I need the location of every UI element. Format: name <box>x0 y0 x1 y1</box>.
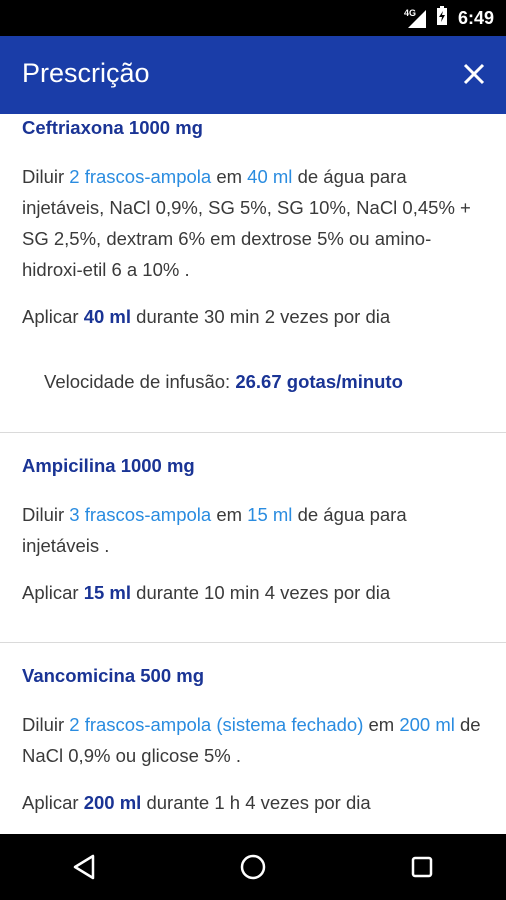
in-label: em <box>368 714 395 735</box>
page-title: Prescrição <box>22 58 150 88</box>
home-circle-icon <box>240 854 266 880</box>
apply-instruction: Aplicar 15 ml durante 10 min 4 vezes por… <box>22 577 484 608</box>
volume-link[interactable]: 200 ml <box>399 714 455 735</box>
infusion-label: Velocidade de infusão: <box>44 371 231 392</box>
back-button[interactable] <box>54 842 114 892</box>
dilution-instruction: Diluir 2 frascos-ampola em 40 ml de água… <box>22 161 484 285</box>
apply-label: Aplicar <box>22 792 79 813</box>
drug-title: Ampicilina 1000 mg <box>22 455 195 476</box>
home-button[interactable] <box>223 842 283 892</box>
apply-schedule: durante 1 h 4 vezes por dia <box>146 792 371 813</box>
in-label: em <box>216 504 243 525</box>
clock: 6:49 <box>457 8 494 28</box>
dilute-label: Diluir <box>22 504 65 525</box>
prescription-item: Ceftriaxona 1000 mg Diluir 2 frascos-amp… <box>0 114 506 397</box>
dilute-label: Diluir <box>22 166 65 187</box>
signal-icon: 4G <box>404 8 426 28</box>
recents-button[interactable] <box>392 842 452 892</box>
close-button[interactable] <box>456 56 492 92</box>
infusion-rate: Velocidade de infusão: 26.67 gotas/minut… <box>22 366 484 397</box>
prescription-item: Vancomicina 500 mg Diluir 2 frascos-ampo… <box>0 643 506 818</box>
battery-icon <box>436 6 448 31</box>
dilution-instruction: Diluir 2 frascos-ampola (sistema fechado… <box>22 709 484 771</box>
app-bar: Prescrição <box>0 36 506 114</box>
prescription-item: Ampicilina 1000 mg Diluir 3 frascos-ampo… <box>0 433 506 608</box>
vials-link[interactable]: 3 frascos-ampola <box>69 504 211 525</box>
infusion-value: 26.67 gotas/minuto <box>235 371 403 392</box>
apply-instruction: Aplicar 40 ml durante 30 min 2 vezes por… <box>22 301 484 332</box>
recents-square-icon <box>411 856 432 878</box>
apply-instruction: Aplicar 200 ml durante 1 h 4 vezes por d… <box>22 787 484 818</box>
back-triangle-icon <box>74 854 95 880</box>
apply-label: Aplicar <box>22 306 79 327</box>
apply-volume: 15 ml <box>83 582 132 603</box>
close-icon <box>463 63 485 85</box>
navigation-bar <box>0 834 506 900</box>
dilution-instruction: Diluir 3 frascos-ampola em 15 ml de água… <box>22 499 484 561</box>
vials-link[interactable]: 2 frascos-ampola <box>69 166 211 187</box>
dilute-label: Diluir <box>22 714 65 735</box>
apply-volume: 40 ml <box>83 306 132 327</box>
apply-schedule: durante 10 min 4 vezes por dia <box>136 582 391 603</box>
drug-title: Ceftriaxona 1000 mg <box>22 117 203 138</box>
apply-label: Aplicar <box>22 582 79 603</box>
volume-link[interactable]: 40 ml <box>247 166 292 187</box>
drug-title: Vancomicina 500 mg <box>22 665 205 686</box>
volume-link[interactable]: 15 ml <box>247 504 292 525</box>
apply-schedule: durante 30 min 2 vezes por dia <box>136 306 391 327</box>
status-bar: 4G 6:49 <box>0 0 506 36</box>
in-label: em <box>216 166 243 187</box>
apply-volume: 200 ml <box>83 792 142 813</box>
prescription-list[interactable]: Ceftriaxona 1000 mg Diluir 2 frascos-amp… <box>0 114 506 834</box>
vials-link[interactable]: 2 frascos-ampola (sistema fechado) <box>69 714 363 735</box>
